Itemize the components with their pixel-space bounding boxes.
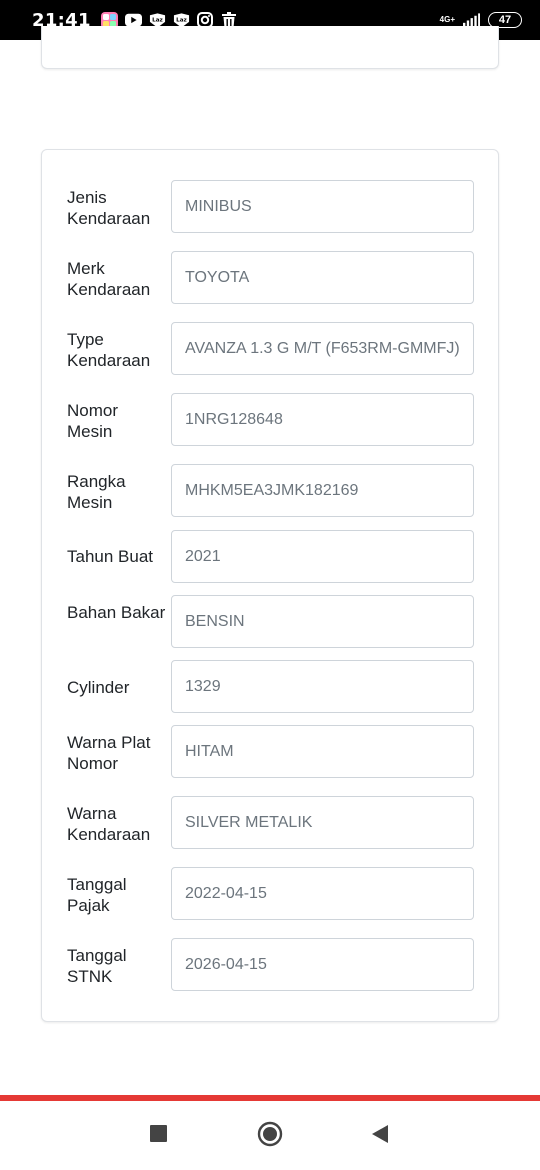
tanggal-pajak-field[interactable]: 2022-04-15 xyxy=(171,867,474,920)
recent-apps-button[interactable] xyxy=(145,1123,171,1149)
tanggal-stnk-field[interactable]: 2026-04-15 xyxy=(171,938,474,991)
back-button[interactable] xyxy=(367,1123,393,1149)
back-triangle-icon xyxy=(371,1124,389,1149)
svg-text:Laz: Laz xyxy=(152,17,163,23)
field-label: Warna Plat Nomor xyxy=(67,733,151,773)
previous-card xyxy=(41,26,499,69)
warna-kendaraan-field[interactable]: SILVER METALIK xyxy=(171,796,474,849)
nomor-mesin-field[interactable]: 1NRG128648 xyxy=(171,393,474,446)
navigation-bar xyxy=(0,1101,540,1170)
field-label: Warna Kendaraan xyxy=(67,804,151,844)
field-label: Cylinder xyxy=(67,678,130,697)
tahun-buat-field[interactable]: 2021 xyxy=(171,530,474,583)
network-label: 4G+ xyxy=(439,15,455,24)
field-label: Merk Kendaraan xyxy=(67,259,151,299)
vehicle-info-card: Jenis Kendaraan MINIBUS Merk Kendaraan T… xyxy=(41,149,499,1022)
home-button[interactable] xyxy=(257,1121,283,1152)
merk-kendaraan-field[interactable]: TOYOTA xyxy=(171,251,474,304)
field-label: Bahan Bakar xyxy=(67,603,166,622)
field-label: Rangka Mesin xyxy=(67,472,126,512)
cylinder-field[interactable]: 1329 xyxy=(171,660,474,713)
rangka-mesin-field[interactable]: MHKM5EA3JMK182169 xyxy=(171,464,474,517)
field-label: Type Kendaraan xyxy=(67,330,151,370)
home-circle-icon xyxy=(257,1121,283,1152)
field-label: Nomor Mesin xyxy=(67,401,119,441)
jenis-kendaraan-field[interactable]: MINIBUS xyxy=(171,180,474,233)
field-label: Jenis Kendaraan xyxy=(67,188,151,228)
warna-plat-nomor-field[interactable]: HITAM xyxy=(171,725,474,778)
square-icon xyxy=(149,1125,167,1147)
field-label: Tahun Buat xyxy=(67,547,154,566)
field-label: Tanggal STNK xyxy=(67,946,127,986)
type-kendaraan-field[interactable]: AVANZA 1.3 G M/T (F653RM-GMMFJ) xyxy=(171,322,474,375)
svg-text:Laz: Laz xyxy=(176,17,187,23)
field-label: Tanggal Pajak xyxy=(67,875,127,915)
bahan-bakar-field[interactable]: BENSIN xyxy=(171,595,474,648)
